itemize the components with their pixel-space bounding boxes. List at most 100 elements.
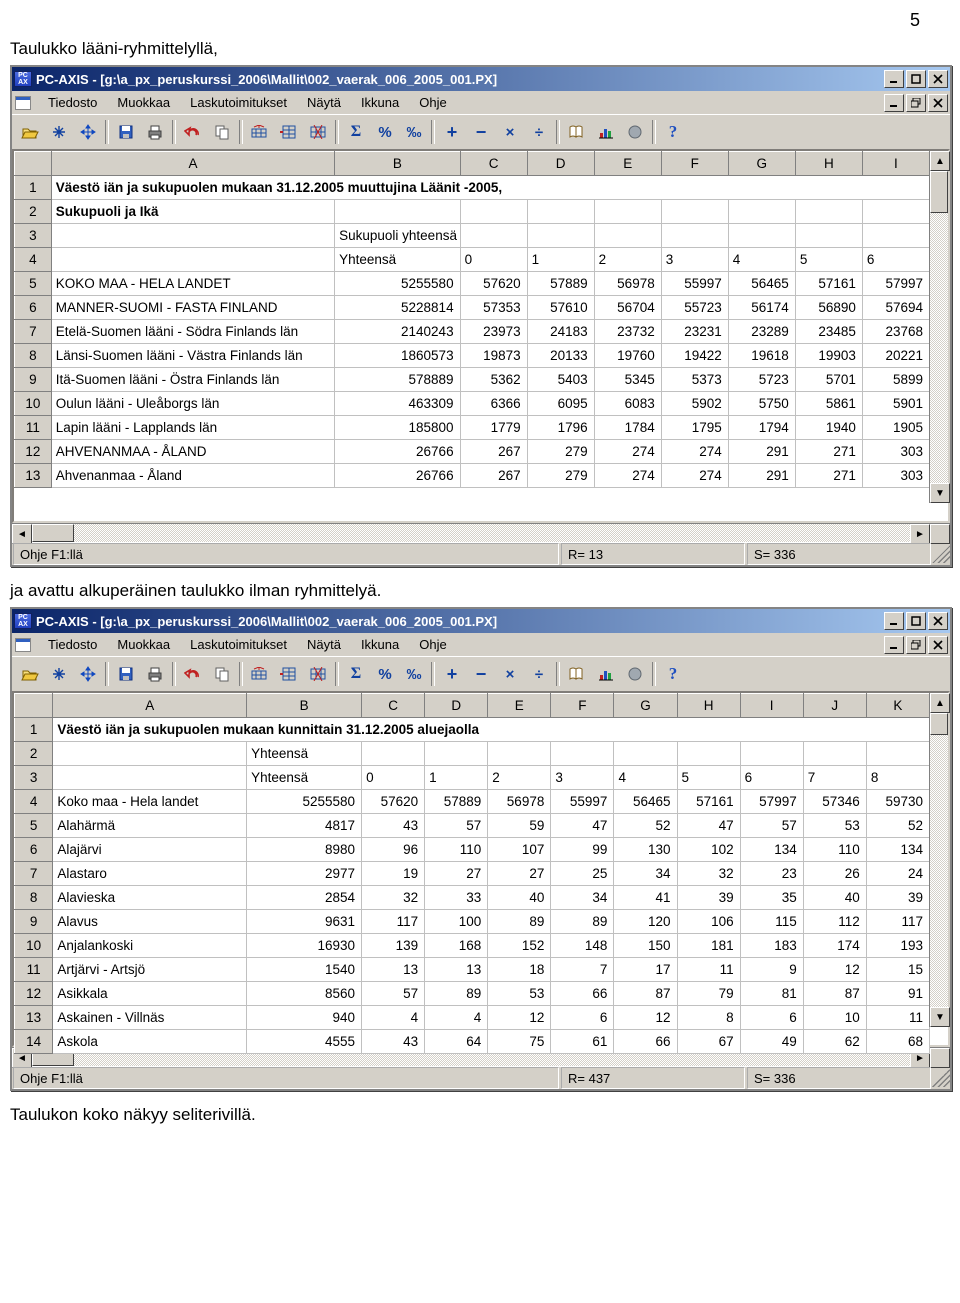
cell[interactable]: 40	[803, 886, 866, 910]
cell[interactable]: 19760	[594, 344, 661, 368]
titlebar[interactable]: PCAX PC-AXIS - [g:\a_px_peruskurssi_2006…	[12, 609, 950, 633]
cell[interactable]: Sukupuoli yhteensä	[335, 224, 460, 248]
cell[interactable]: 9	[740, 958, 803, 982]
resize-grip[interactable]	[932, 545, 950, 563]
cell[interactable]	[425, 742, 488, 766]
row-header[interactable]: 6	[15, 296, 52, 320]
cell[interactable]: Sukupuoli ja Ikä	[51, 200, 334, 224]
cell[interactable]: 40	[488, 886, 551, 910]
cell[interactable]: Väestö iän ja sukupuolen mukaan kunnitta…	[53, 718, 930, 742]
cell[interactable]: 5701	[795, 368, 862, 392]
cell[interactable]: 57353	[460, 296, 527, 320]
row-header[interactable]: 1	[15, 718, 53, 742]
cell[interactable]: 52	[614, 814, 677, 838]
cell[interactable]: 148	[551, 934, 614, 958]
cell[interactable]: Alavus	[53, 910, 247, 934]
cell[interactable]: 940	[247, 1006, 362, 1030]
cell[interactable]: 4	[425, 1006, 488, 1030]
cell[interactable]: 6095	[527, 392, 594, 416]
table-remove-icon[interactable]	[304, 661, 332, 687]
cell[interactable]: Alahärmä	[53, 814, 247, 838]
cell[interactable]: 1795	[661, 416, 728, 440]
cell[interactable]: 23	[740, 862, 803, 886]
cell[interactable]: 24183	[527, 320, 594, 344]
save-icon[interactable]	[112, 661, 140, 687]
row-header[interactable]: 9	[15, 910, 53, 934]
cell[interactable]: 23485	[795, 320, 862, 344]
permille-icon[interactable]: ‰	[400, 119, 428, 145]
cell[interactable]: 8	[677, 1006, 740, 1030]
cell[interactable]: 75	[488, 1030, 551, 1054]
vertical-scrollbar[interactable]: ▲ ▼	[929, 151, 948, 503]
cell[interactable]: MANNER-SUOMI - FASTA FINLAND	[51, 296, 334, 320]
cell[interactable]: 19	[362, 862, 425, 886]
chart-icon[interactable]	[592, 119, 620, 145]
percent-icon[interactable]: %	[371, 661, 399, 687]
cell[interactable]	[728, 200, 795, 224]
cell[interactable]: 57694	[862, 296, 929, 320]
divide-icon[interactable]: ÷	[525, 119, 553, 145]
cell[interactable]: 87	[614, 982, 677, 1006]
cell[interactable]: 13	[425, 958, 488, 982]
cell[interactable]: 25	[551, 862, 614, 886]
cell[interactable]: 34	[614, 862, 677, 886]
cell[interactable]: 274	[594, 464, 661, 488]
minimize-button[interactable]	[884, 612, 904, 630]
col-header[interactable]: B	[247, 694, 362, 718]
row-header[interactable]: 2	[15, 200, 52, 224]
col-header[interactable]: F	[551, 694, 614, 718]
cell[interactable]: Väestö iän ja sukupuolen mukaan 31.12.20…	[51, 176, 929, 200]
cell[interactable]	[728, 224, 795, 248]
cell[interactable]: 185800	[335, 416, 460, 440]
cell[interactable]: 134	[866, 838, 929, 862]
cell[interactable]: 2	[488, 766, 551, 790]
cell[interactable]: 8980	[247, 838, 362, 862]
cell[interactable]: 112	[803, 910, 866, 934]
menu-näytä[interactable]: Näytä	[297, 635, 351, 654]
cell[interactable]	[866, 742, 929, 766]
cell[interactable]: 66	[551, 982, 614, 1006]
multiply-icon[interactable]: ×	[496, 661, 524, 687]
col-header[interactable]: E	[488, 694, 551, 718]
cell[interactable]: 89	[425, 982, 488, 1006]
cell[interactable]	[51, 224, 334, 248]
cell[interactable]: 7	[803, 766, 866, 790]
row-header[interactable]: 10	[15, 934, 53, 958]
cell[interactable]: 96	[362, 838, 425, 862]
cell[interactable]: 57889	[527, 272, 594, 296]
cell[interactable]	[661, 200, 728, 224]
divide-icon[interactable]: ÷	[525, 661, 553, 687]
cell[interactable]: Yhteensä	[247, 766, 362, 790]
col-header[interactable]: I	[862, 152, 929, 176]
cell[interactable]: 5362	[460, 368, 527, 392]
scroll-down-icon[interactable]: ▼	[930, 483, 950, 503]
cell[interactable]: 99	[551, 838, 614, 862]
cell[interactable]: 274	[661, 464, 728, 488]
cell[interactable]: 3	[661, 248, 728, 272]
cell[interactable]: Etelä-Suomen lääni - Södra Finlands län	[51, 320, 334, 344]
row-header[interactable]: 11	[15, 958, 53, 982]
cell[interactable]: 12	[614, 1006, 677, 1030]
cell[interactable]: 4555	[247, 1030, 362, 1054]
cell[interactable]: 67	[677, 1030, 740, 1054]
cell[interactable]: 8	[866, 766, 929, 790]
table-add-col-icon[interactable]	[275, 661, 303, 687]
menu-laskutoimitukset[interactable]: Laskutoimitukset	[180, 93, 297, 112]
table-add-row-icon[interactable]	[246, 119, 274, 145]
cell[interactable]: 55997	[551, 790, 614, 814]
cell[interactable]: 23768	[862, 320, 929, 344]
cell[interactable]: 11	[677, 958, 740, 982]
cell[interactable]: 57	[425, 814, 488, 838]
cell[interactable]: 39	[866, 886, 929, 910]
row-header[interactable]: 13	[15, 1006, 53, 1030]
cell[interactable]: 16930	[247, 934, 362, 958]
cell[interactable]	[862, 200, 929, 224]
cell[interactable]: 20133	[527, 344, 594, 368]
cell[interactable]: 134	[740, 838, 803, 862]
spreadsheet-2[interactable]: ABCDEFGHIJK1Väestö iän ja sukupuolen muk…	[12, 691, 950, 1047]
sum-icon[interactable]: Σ	[342, 661, 370, 687]
cell[interactable]: 52	[866, 814, 929, 838]
cell[interactable]: 19618	[728, 344, 795, 368]
row-header[interactable]: 5	[15, 272, 52, 296]
cell[interactable]: 17	[614, 958, 677, 982]
